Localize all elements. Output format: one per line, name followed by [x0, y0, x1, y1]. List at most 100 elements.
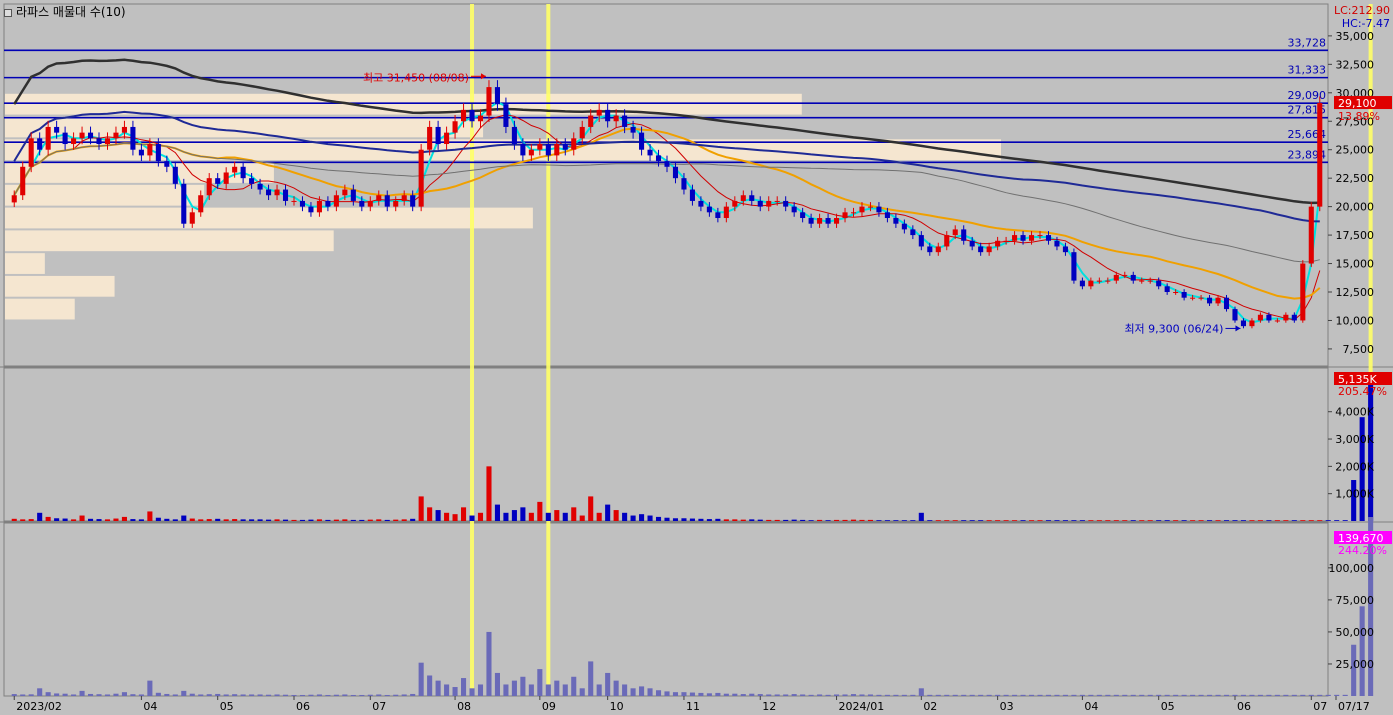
volume-bar: [613, 510, 619, 521]
volume-bar: [1003, 520, 1009, 521]
volume-bar: [622, 512, 628, 521]
amount-bar: [367, 694, 373, 696]
amount-bar: [266, 694, 272, 696]
amount-bar: [28, 694, 34, 696]
candle-body: [723, 206, 729, 219]
amount-bar: [834, 694, 840, 696]
price-tick-label: 15,000: [1336, 258, 1375, 271]
candle-body: [62, 132, 68, 145]
candle-body: [1088, 280, 1094, 287]
amount-bar: [639, 686, 645, 696]
candle-body: [384, 195, 390, 207]
amount-bar: [1317, 694, 1323, 696]
candle-body: [121, 126, 127, 133]
candle-body: [503, 104, 509, 127]
amount-bar: [138, 694, 144, 696]
volume-bar: [537, 501, 543, 521]
volume-bar: [198, 519, 204, 521]
amount-bar: [359, 694, 365, 696]
amount-bar: [62, 693, 68, 696]
x-tick-label: 07: [1313, 700, 1327, 713]
candle-body: [113, 132, 119, 139]
candle-body: [647, 149, 653, 156]
candle-body: [104, 138, 111, 145]
volume-bar: [1130, 520, 1136, 521]
amount-bar: [961, 694, 967, 696]
candle-body: [706, 206, 712, 213]
volume-bar: [384, 519, 390, 521]
volume-bar: [1122, 520, 1128, 521]
volume-bar: [740, 519, 746, 521]
volume-bar: [944, 520, 950, 521]
volume-bar: [1334, 520, 1340, 521]
amount-bar: [282, 694, 289, 696]
volume-bar: [299, 519, 306, 521]
candle-body: [1147, 280, 1153, 282]
amount-bar: [342, 694, 348, 696]
amount-bar: [927, 694, 933, 696]
amount-bar: [299, 694, 306, 696]
amount-bar: [1147, 694, 1153, 696]
candle-body: [1190, 297, 1196, 299]
candle-body: [884, 212, 890, 219]
volume-bar: [893, 520, 899, 521]
amount-bar: [791, 694, 797, 696]
candle-body: [147, 144, 153, 156]
amount-bar: [1249, 694, 1255, 696]
amount-bar: [1359, 606, 1365, 696]
amount-bar: [571, 676, 577, 696]
candle-body: [1317, 103, 1323, 207]
volume-bar: [1105, 520, 1111, 521]
stock-chart[interactable]: 33,72831,33329,09027,81525,66423,894 7,5…: [0, 0, 1393, 715]
candle-body: [1012, 235, 1018, 241]
volume-bar: [817, 519, 823, 521]
amount-tick-label: 100,000: [1329, 562, 1375, 575]
amount-bar: [537, 669, 543, 696]
amount-bar: [1283, 694, 1289, 696]
candle-body: [1037, 235, 1043, 237]
low-annotation: 최저 9,300 (06/24): [1124, 322, 1223, 335]
amount-bar: [291, 694, 297, 696]
amount-bar: [969, 694, 975, 696]
candle-body: [639, 132, 645, 150]
amount-bar: [1113, 694, 1119, 696]
amount-bar: [944, 694, 950, 696]
candle-body: [817, 218, 823, 224]
candle-body: [1215, 297, 1221, 304]
amount-bar: [689, 692, 695, 696]
volume-bar: [316, 519, 322, 521]
amount-bar: [554, 680, 560, 696]
amount-bar: [935, 694, 941, 696]
volume-bar: [630, 515, 636, 521]
volume-bar: [1071, 520, 1077, 521]
amount-bar: [249, 694, 255, 696]
amount-bar: [1300, 694, 1306, 696]
candle-body: [596, 109, 602, 116]
volume-bar: [444, 512, 450, 521]
volume-bar: [460, 507, 467, 521]
amount-bar: [503, 684, 509, 696]
candle-body: [791, 206, 797, 213]
candle-body: [155, 144, 161, 162]
candle-body: [825, 218, 831, 224]
amount-bar: [800, 694, 806, 696]
amount-bar: [647, 688, 653, 696]
amount-bar: [1181, 694, 1187, 696]
amount-bar: [740, 694, 746, 696]
amount-bar: [1190, 694, 1196, 696]
amount-bar: [350, 694, 356, 696]
candle-body: [130, 126, 136, 150]
volume-bar: [1062, 520, 1068, 521]
panel-toggle-icon[interactable]: [4, 8, 12, 17]
amount-bar: [545, 684, 551, 696]
volume-bar: [37, 512, 43, 521]
amount-bar: [1257, 694, 1263, 696]
amount-bar: [1240, 694, 1247, 696]
volume-bar: [1232, 520, 1238, 521]
volume-bar: [1139, 520, 1145, 521]
volume-bar: [511, 510, 517, 521]
x-tick-label: 02: [923, 700, 937, 713]
volume-bar: [1181, 520, 1187, 521]
candle-body: [961, 229, 967, 241]
amount-bar: [749, 693, 755, 696]
